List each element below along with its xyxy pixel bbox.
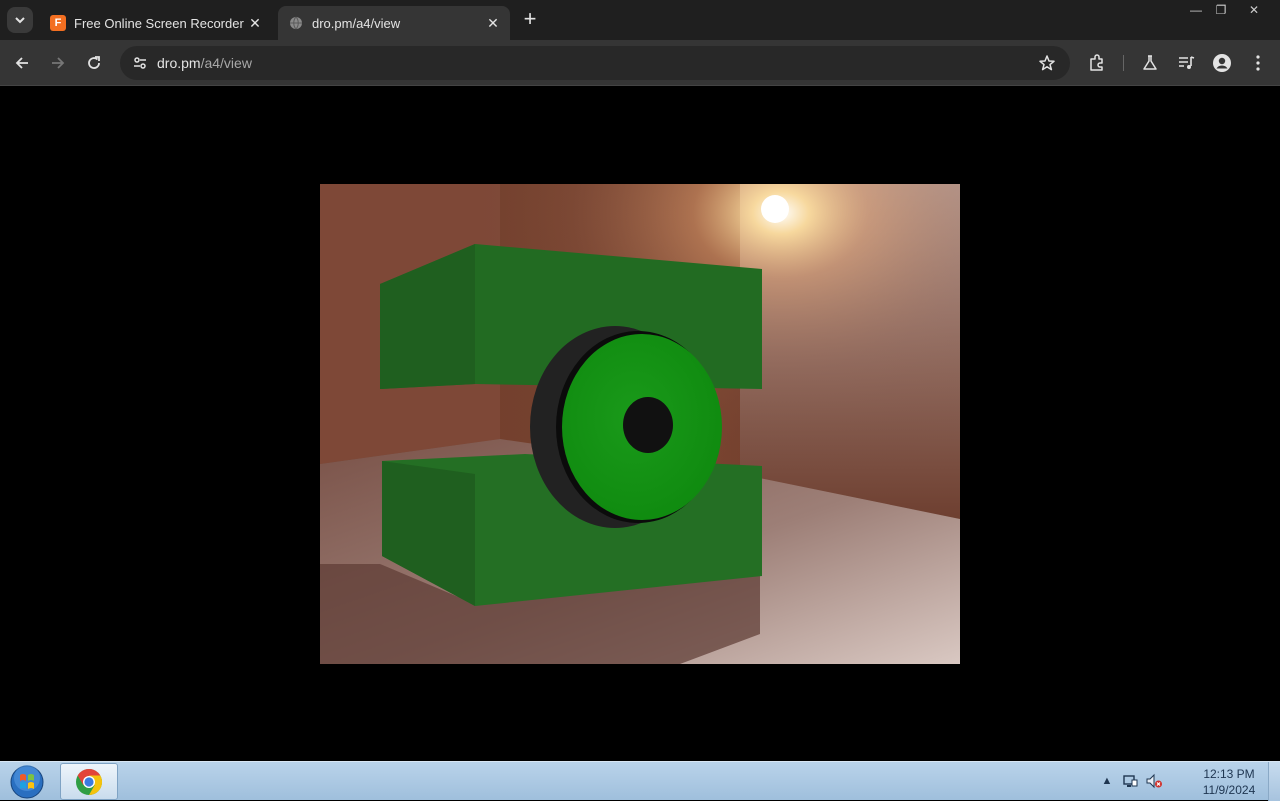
page-content (0, 87, 1280, 787)
reload-icon (88, 56, 100, 69)
globe-icon (288, 15, 304, 31)
tab-strip: F Free Online Screen Recorder & ✕ dro.pm… (0, 0, 1280, 40)
arrow-right-icon (52, 57, 65, 69)
bookmark-star-icon[interactable] (1036, 52, 1058, 74)
chrome-icon (76, 768, 103, 795)
show-desktop-button[interactable] (1268, 762, 1280, 801)
taskbar-chrome-button[interactable] (60, 763, 118, 800)
close-window-icon[interactable]: ✕ (1241, 0, 1267, 20)
labs-flask-icon[interactable] (1137, 50, 1163, 76)
arrow-left-icon (15, 57, 28, 69)
url-host: dro.pm (157, 55, 201, 71)
clock-date: 11/9/2024 (1202, 783, 1256, 797)
profile-avatar-icon[interactable] (1209, 50, 1235, 76)
reload-button[interactable] (80, 49, 108, 77)
restore-icon[interactable]: ❐ (1208, 0, 1234, 20)
tab-search-button[interactable] (7, 7, 33, 33)
ceiling-light (761, 195, 789, 223)
windows-taskbar: ▲ 12:13 PM 11/9/2024 (0, 761, 1280, 801)
site-info-icon[interactable] (128, 51, 152, 75)
network-icon[interactable] (1121, 772, 1139, 790)
more-menu-icon[interactable] (1245, 50, 1271, 76)
volume-muted-icon[interactable] (1145, 772, 1163, 790)
screen-recorder-favicon-icon: F (50, 15, 66, 31)
3d-scene-canvas[interactable] (320, 184, 960, 664)
close-tab-icon[interactable]: ✕ (244, 12, 266, 34)
wheel-hub (623, 397, 673, 453)
clock-time: 12:13 PM (1203, 767, 1255, 781)
forward-button[interactable] (44, 49, 72, 77)
close-tab-icon[interactable]: ✕ (482, 12, 504, 34)
url-text: dro.pm/a4/view (157, 55, 252, 71)
show-hidden-icons-icon[interactable]: ▲ (1098, 772, 1116, 790)
tab-title: Free Online Screen Recorder & (74, 15, 244, 31)
toolbar-separator (1123, 55, 1124, 71)
address-bar[interactable]: dro.pm/a4/view (120, 46, 1070, 80)
url-path: /a4/view (200, 55, 252, 71)
tab-dro-pm[interactable]: dro.pm/a4/view ✕ (278, 6, 510, 40)
tab-title: dro.pm/a4/view (312, 15, 401, 31)
chevron-down-icon (15, 17, 25, 24)
back-button[interactable] (8, 49, 36, 77)
windows-logo-icon (10, 765, 44, 799)
tab-screen-recorder[interactable]: F Free Online Screen Recorder & ✕ (40, 6, 272, 40)
extensions-icon[interactable] (1084, 50, 1110, 76)
media-controls-icon[interactable] (1173, 50, 1199, 76)
start-button[interactable] (8, 764, 46, 800)
minimize-icon[interactable]: — (1183, 0, 1209, 20)
new-tab-button[interactable]: + (518, 8, 542, 31)
system-clock[interactable]: 12:13 PM 11/9/2024 (1192, 766, 1266, 798)
browser-toolbar: dro.pm/a4/view (0, 40, 1280, 86)
